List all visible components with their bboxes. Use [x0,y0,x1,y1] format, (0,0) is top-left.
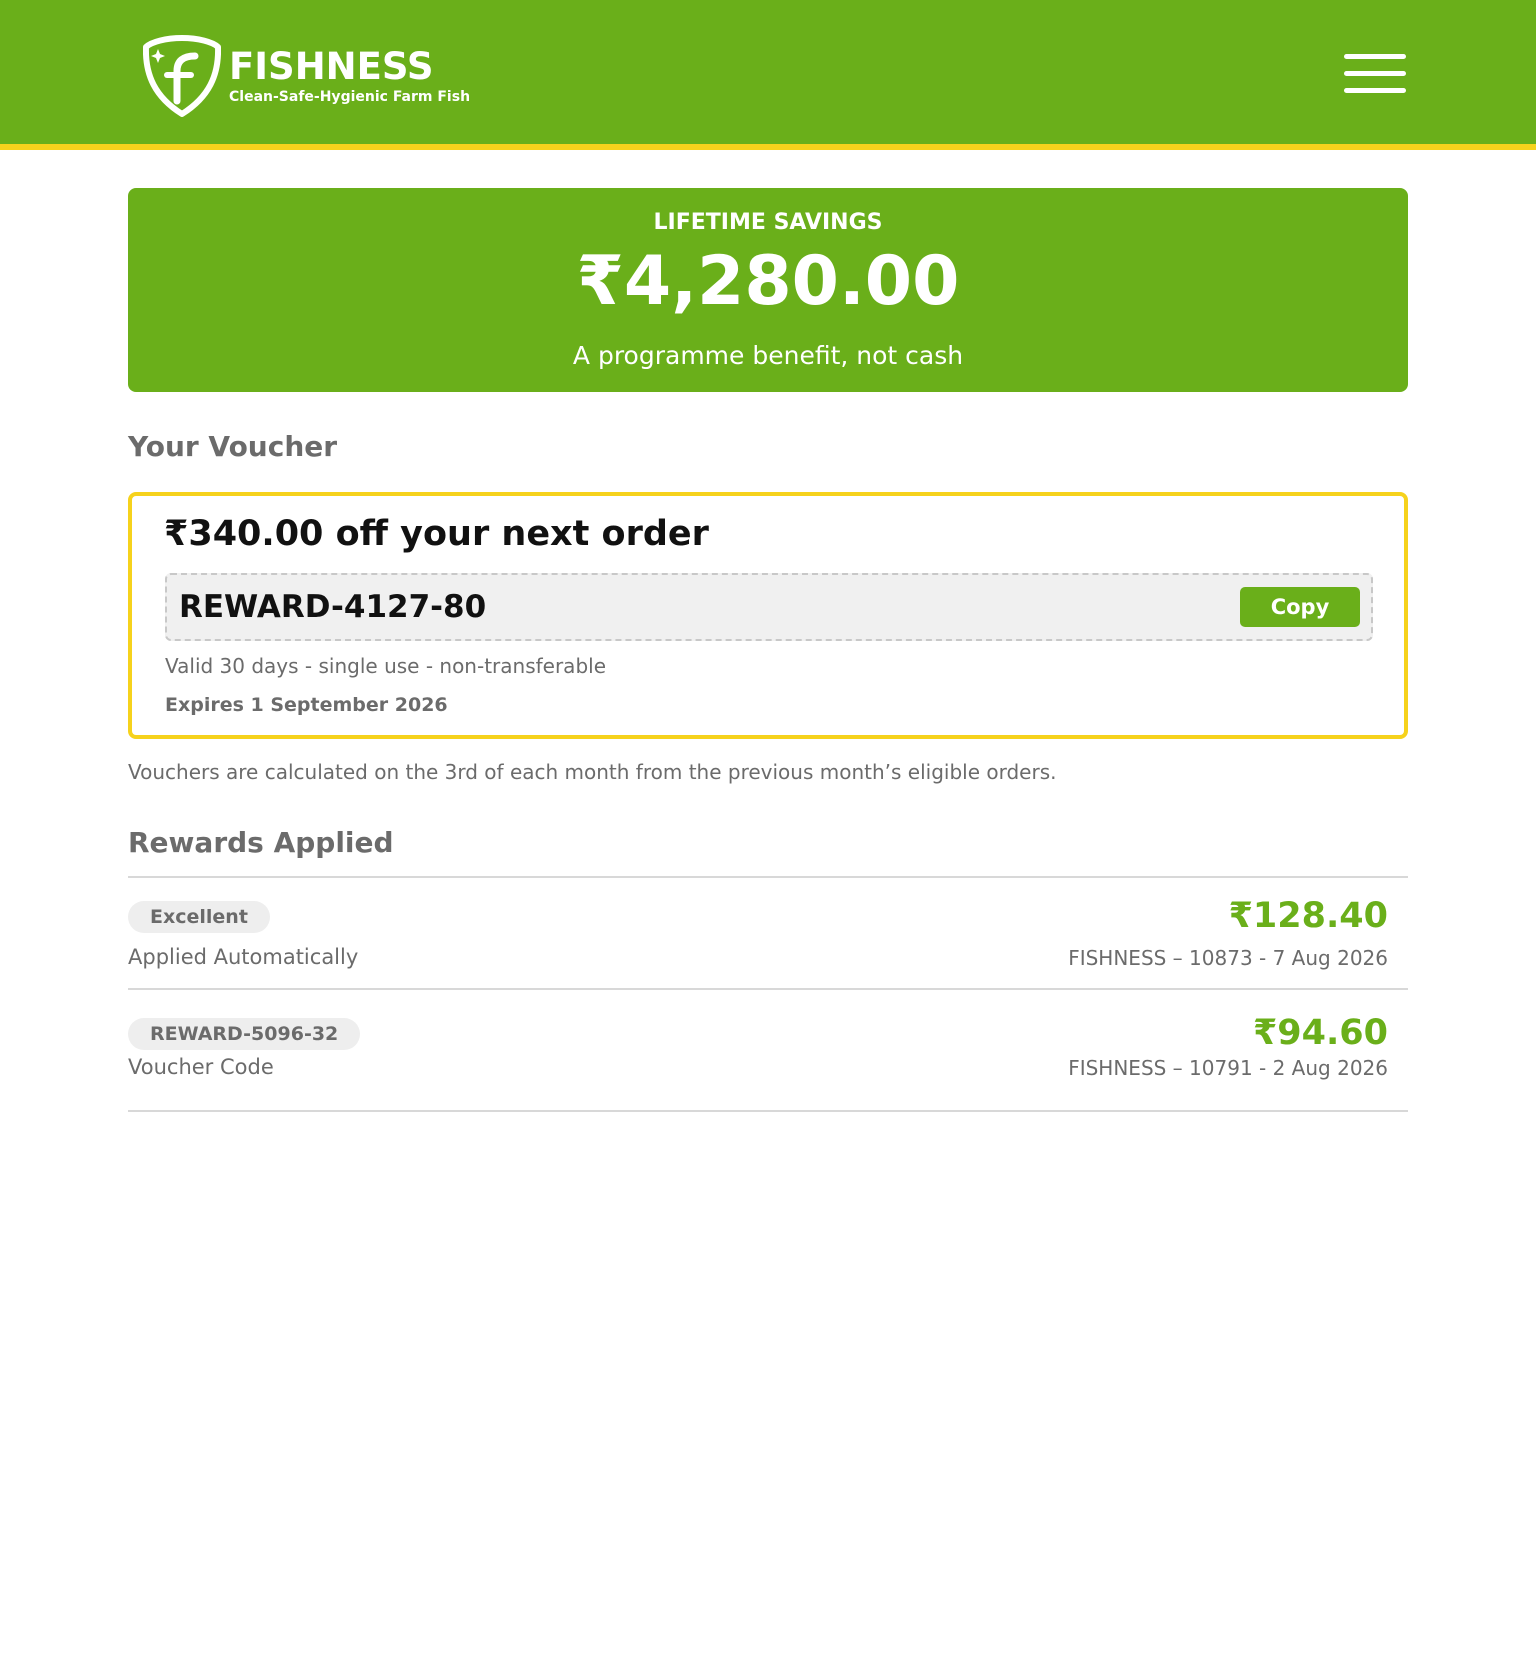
savings-subtitle: A programme benefit, not cash [572,341,964,370]
menu-bar [1344,71,1406,76]
voucher-card: ₹340.00 off your next order REWARD-4127-… [128,492,1408,739]
voucher-section-title: Your Voucher [128,430,338,463]
reward-amount: ₹94.60 [1252,1013,1388,1053]
reward-order-meta: FISHNESS – 10791 - 2 Aug 2026 [1068,1056,1388,1080]
savings-amount: ₹4,280.00 [576,242,960,321]
reward-order-meta: FISHNESS – 10873 - 7 Aug 2026 [1068,946,1388,970]
reward-amount: ₹128.40 [1228,896,1388,936]
lifetime-savings-card: LIFETIME SAVINGS ₹4,280.00 A programme b… [128,188,1408,392]
voucher-title: ₹340.00 off your next order [164,514,709,554]
reward-type: Applied Automatically [128,945,359,969]
voucher-calculation-note: Vouchers are calculated on the 3rd of ea… [128,760,1057,784]
brand-tagline: Clean-Safe-Hygienic Farm Fish [229,89,471,105]
voucher-validity: Valid 30 days - single use - non-transfe… [165,654,606,678]
hamburger-menu-icon[interactable] [1344,52,1408,96]
voucher-expiry: Expires 1 September 2026 [165,694,448,716]
reward-type: Voucher Code [128,1055,274,1079]
brand-name: FISHNESS [229,45,434,88]
savings-label: LIFETIME SAVINGS [653,210,883,235]
voucher-code[interactable]: REWARD-4127-80 [179,589,486,625]
reward-row: Excellent Applied Automatically ₹128.40 … [128,878,1408,988]
divider [128,1110,1408,1112]
reward-pill: REWARD-5096-32 [128,1018,361,1050]
reward-pill: Excellent [128,901,270,933]
copy-button[interactable]: Copy [1240,587,1360,627]
rewards-section-title: Rewards Applied [128,826,394,859]
menu-bar [1344,54,1406,59]
voucher-code-box: REWARD-4127-80 Copy [165,573,1373,641]
site-header: FISHNESS Clean-Safe-Hygienic Farm Fish [0,0,1536,150]
reward-row: REWARD-5096-32 Voucher Code ₹94.60 FISHN… [128,990,1408,1110]
menu-bar [1344,88,1406,93]
fishness-logo[interactable] [143,35,221,117]
